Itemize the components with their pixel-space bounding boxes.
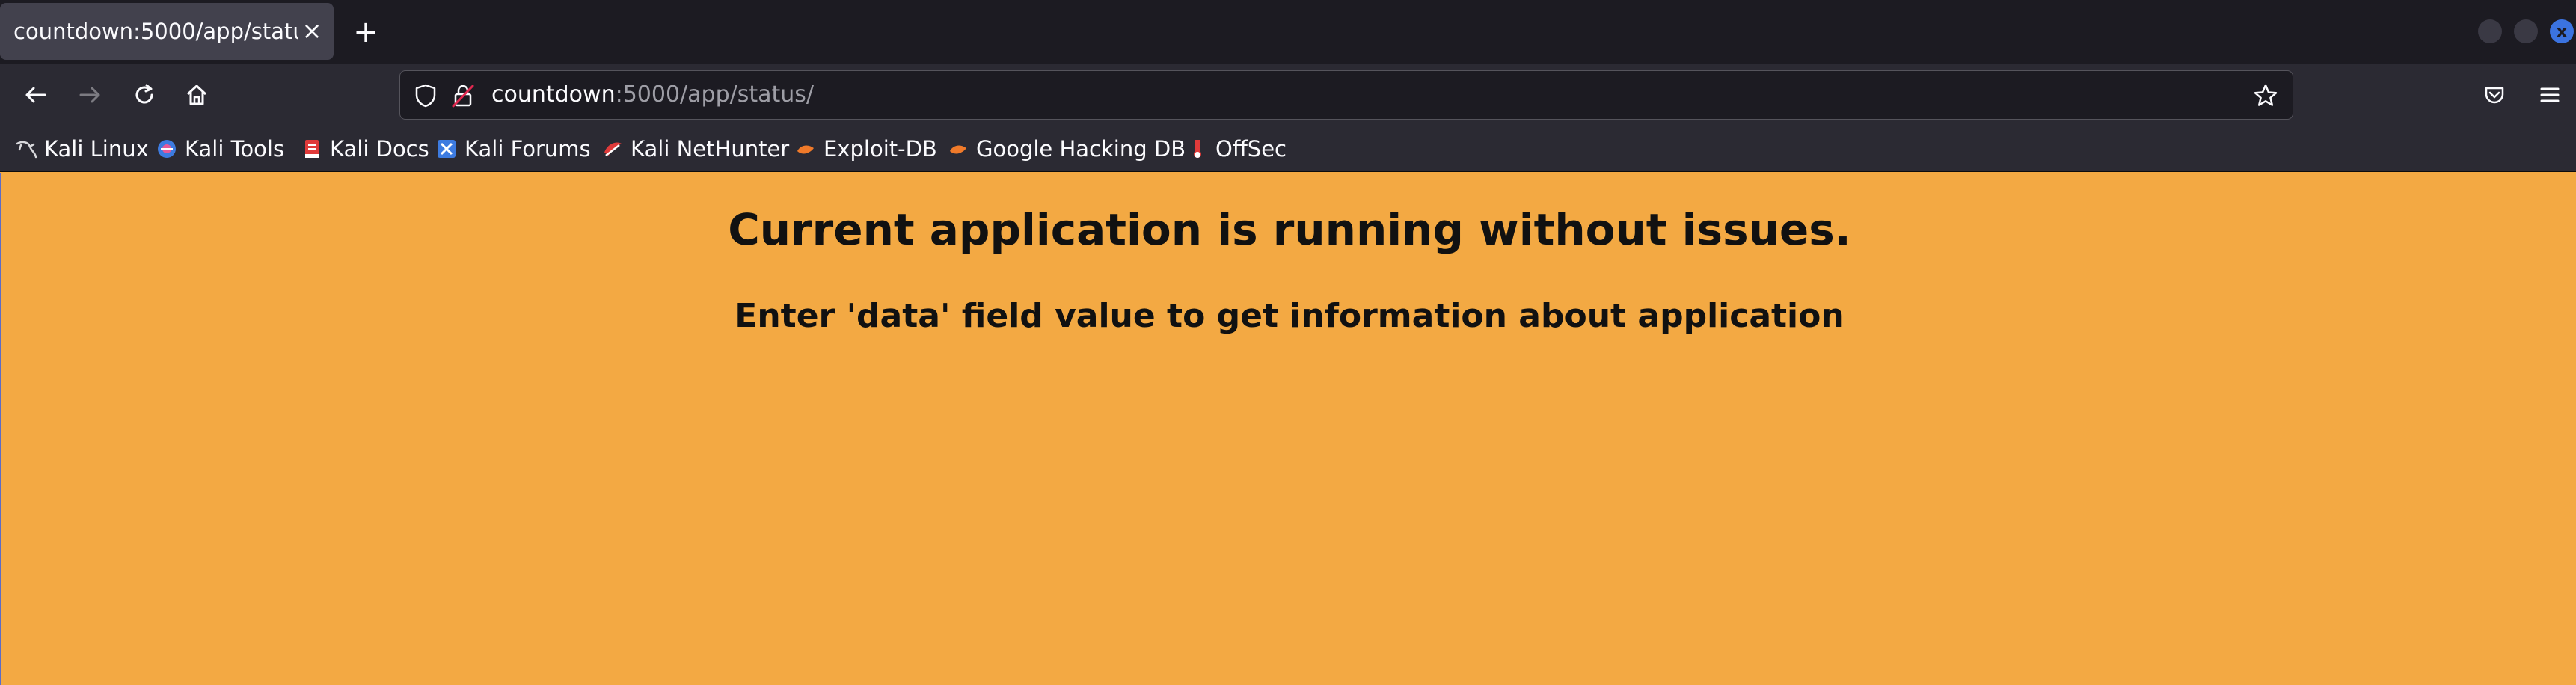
pocket-button[interactable] bbox=[2474, 75, 2515, 115]
pocket-icon bbox=[2485, 87, 2504, 104]
bookmark-exploit-db[interactable]: Exploit-DB bbox=[794, 133, 937, 165]
address-bar[interactable]: countdown:5000/app/status/ bbox=[399, 70, 2293, 120]
kali-docs-icon bbox=[301, 138, 323, 160]
kali-forums-icon bbox=[435, 138, 458, 160]
home-button[interactable] bbox=[177, 75, 217, 115]
forward-button[interactable] bbox=[70, 75, 111, 115]
bookmark-label: OffSec bbox=[1215, 136, 1287, 162]
kali-dragon-icon bbox=[15, 138, 37, 160]
new-tab-button[interactable]: + bbox=[349, 15, 383, 49]
tab-close-icon[interactable]: × bbox=[298, 16, 326, 45]
bookmark-star-icon[interactable] bbox=[2251, 81, 2281, 111]
bookmark-kali-nethunter[interactable]: Kali NetHunter bbox=[601, 133, 789, 165]
kali-tools-icon bbox=[156, 138, 178, 160]
arrow-right-icon bbox=[79, 87, 100, 103]
bookmarks-toolbar: Kali Linux Kali Tools Kali Docs Kali For… bbox=[0, 126, 2576, 172]
page-heading: Current application is running without i… bbox=[728, 204, 1851, 255]
page-content: Current application is running without i… bbox=[0, 173, 2576, 685]
bookmark-kali-forums[interactable]: Kali Forums bbox=[435, 133, 591, 165]
bookmark-label: Kali Docs bbox=[330, 136, 429, 162]
navigation-toolbar: countdown:5000/app/status/ bbox=[0, 64, 2576, 126]
url-host: countdown bbox=[491, 82, 616, 108]
google-hacking-db-icon bbox=[947, 138, 969, 160]
page-subheading: Enter 'data' field value to get informat… bbox=[735, 297, 1844, 335]
bookmark-kali-linux[interactable]: Kali Linux bbox=[15, 133, 149, 165]
bookmark-label: Google Hacking DB bbox=[976, 136, 1186, 162]
home-icon bbox=[186, 85, 207, 105]
kali-nethunter-icon bbox=[601, 138, 624, 160]
bookmark-offsec[interactable]: OffSec bbox=[1186, 133, 1287, 165]
offsec-icon bbox=[1186, 138, 1209, 160]
menu-button[interactable] bbox=[2530, 75, 2570, 115]
bookmark-label: Exploit-DB bbox=[824, 136, 937, 162]
window-close-button[interactable]: x bbox=[2550, 19, 2574, 43]
tab-bar: countdown:5000/app/status/ × + x bbox=[0, 0, 2576, 64]
bookmark-label: Kali Linux bbox=[44, 136, 149, 162]
url-text[interactable]: countdown:5000/app/status/ bbox=[491, 71, 814, 119]
insecure-lock-icon[interactable] bbox=[448, 81, 478, 111]
exploit-db-icon bbox=[794, 138, 817, 160]
url-path: :5000/app/status/ bbox=[615, 82, 815, 108]
bookmark-kali-tools[interactable]: Kali Tools bbox=[156, 133, 284, 165]
tab-active[interactable]: countdown:5000/app/status/ × bbox=[0, 3, 334, 60]
bookmark-kali-docs[interactable]: Kali Docs bbox=[301, 133, 429, 165]
back-button[interactable] bbox=[15, 75, 55, 115]
reload-button[interactable] bbox=[124, 75, 165, 115]
bookmark-label: Kali NetHunter bbox=[631, 136, 790, 162]
bookmark-label: Kali Forums bbox=[464, 136, 591, 162]
bookmark-google-hacking-db[interactable]: Google Hacking DB bbox=[947, 133, 1186, 165]
minimize-button[interactable] bbox=[2478, 19, 2502, 43]
tab-title: countdown:5000/app/status/ bbox=[13, 19, 298, 44]
reload-icon bbox=[135, 84, 153, 104]
tracking-protection-icon[interactable] bbox=[411, 81, 441, 111]
arrow-left-icon bbox=[25, 87, 46, 103]
bookmark-label: Kali Tools bbox=[185, 136, 285, 162]
maximize-button[interactable] bbox=[2514, 19, 2538, 43]
hamburger-menu-icon bbox=[2540, 87, 2560, 102]
